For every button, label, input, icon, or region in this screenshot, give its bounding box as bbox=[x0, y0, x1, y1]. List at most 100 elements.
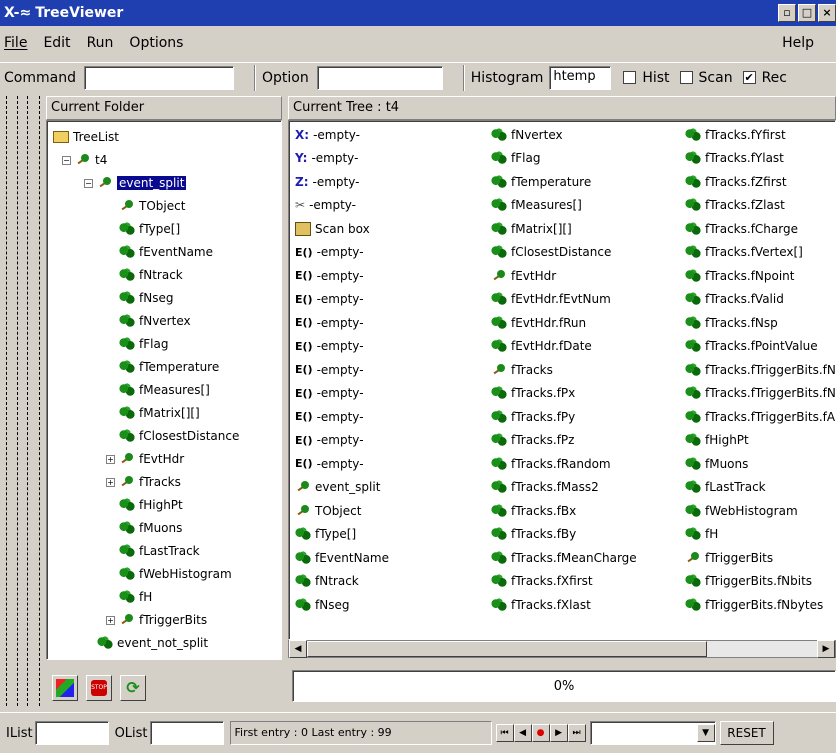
refresh-button[interactable]: ⟳ bbox=[120, 675, 146, 701]
branch-item[interactable]: E() -empty- bbox=[295, 452, 364, 475]
scan-checkbox[interactable] bbox=[679, 71, 693, 84]
tree-node[interactable]: fClosestDistance bbox=[119, 426, 239, 446]
maximize-button[interactable]: □ bbox=[798, 4, 816, 22]
branch-item[interactable]: fTracks.fRandom bbox=[491, 452, 611, 475]
branch-item[interactable]: fTriggerBits bbox=[685, 546, 773, 569]
scroll-right-icon[interactable]: ▶ bbox=[817, 640, 835, 658]
branch-item[interactable]: Scan box bbox=[295, 217, 370, 240]
hist-checkbox[interactable] bbox=[623, 71, 637, 84]
tree-node[interactable]: fNvertex bbox=[119, 311, 191, 331]
branch-item[interactable]: fNvertex bbox=[491, 123, 563, 146]
command-input[interactable] bbox=[83, 65, 234, 90]
branch-item[interactable]: fTracks.fNpoint bbox=[685, 264, 795, 287]
branch-item[interactable]: fFlag bbox=[491, 147, 540, 170]
branch-item[interactable]: fLastTrack bbox=[685, 476, 766, 499]
tree-node[interactable]: fNseg bbox=[119, 288, 173, 308]
expand-icon[interactable]: + bbox=[106, 454, 115, 464]
stop-button[interactable]: STOP bbox=[86, 675, 112, 701]
branch-item[interactable]: fTracks.fPy bbox=[491, 405, 575, 428]
tree-node[interactable]: fType[] bbox=[119, 219, 180, 239]
first-entry-icon[interactable]: ⏮ bbox=[495, 724, 514, 742]
branch-item[interactable]: fTracks.fNsp bbox=[685, 311, 778, 334]
branch-item[interactable]: fClosestDistance bbox=[491, 241, 611, 264]
menu-options[interactable]: Options bbox=[129, 35, 183, 51]
tree-node[interactable]: fMeasures[] bbox=[119, 380, 210, 400]
branch-item[interactable]: fTracks.fYfirst bbox=[685, 123, 786, 146]
branch-item[interactable]: fTracks.fYlast bbox=[685, 147, 784, 170]
expand-icon[interactable]: + bbox=[106, 477, 115, 487]
branch-item[interactable]: fTracks.fPz bbox=[491, 429, 574, 452]
branch-item[interactable]: E() -empty- bbox=[295, 288, 364, 311]
tree-node[interactable]: − event_split bbox=[84, 173, 187, 193]
branch-item[interactable]: fTracks.fTriggerBits.fN bbox=[685, 382, 835, 405]
chevron-down-icon[interactable]: ▼ bbox=[696, 724, 715, 742]
tree-node[interactable]: fHighPt bbox=[119, 495, 183, 515]
branch-item[interactable]: fTracks.fXfirst bbox=[491, 570, 593, 593]
tree-node[interactable]: + fTriggerBits bbox=[106, 610, 207, 630]
branch-item[interactable]: fTracks bbox=[491, 358, 553, 381]
branch-item[interactable]: fEventName bbox=[295, 546, 389, 569]
branch-item[interactable]: fTracks.fPointValue bbox=[685, 335, 818, 358]
menu-help[interactable]: Help bbox=[782, 35, 814, 51]
branch-item[interactable]: fTracks.fTriggerBits.fA bbox=[685, 405, 835, 428]
branch-item[interactable]: fMuons bbox=[685, 452, 748, 475]
branch-item[interactable]: E() -empty- bbox=[295, 335, 364, 358]
branch-item[interactable]: X: -empty- bbox=[295, 123, 360, 146]
branch-list[interactable]: X: -empty- Y: -empty- Z: -empty- ✂ -empty- Scan … bbox=[288, 120, 836, 640]
branch-item[interactable]: fMeasures[] bbox=[491, 194, 582, 217]
tree-node[interactable]: + fTracks bbox=[106, 472, 181, 492]
branch-item[interactable]: fH bbox=[685, 523, 718, 546]
tree-node[interactable]: fWebHistogram bbox=[119, 564, 232, 584]
branch-item[interactable]: fTracks.fZlast bbox=[685, 194, 785, 217]
branch-item[interactable]: fTracks.fTriggerBits.fN bbox=[685, 358, 835, 381]
record-icon[interactable]: ● bbox=[531, 724, 550, 742]
tree-node[interactable]: + fEvtHdr bbox=[106, 449, 184, 469]
branch-item[interactable]: E() -empty- bbox=[295, 311, 364, 334]
branch-item[interactable]: fTriggerBits.fNbits bbox=[685, 570, 812, 593]
branch-item[interactable]: fTracks.fPx bbox=[491, 382, 575, 405]
tree-node[interactable]: fLastTrack bbox=[119, 541, 200, 561]
branch-item[interactable]: fTracks.fValid bbox=[685, 288, 784, 311]
close-button[interactable]: × bbox=[818, 4, 836, 22]
tree-node[interactable]: fEventName bbox=[119, 242, 213, 262]
menu-edit[interactable]: Edit bbox=[43, 35, 70, 51]
collapse-icon[interactable]: − bbox=[84, 178, 93, 188]
horizontal-scrollbar[interactable]: ◀ ▶ bbox=[288, 640, 836, 658]
next-entry-icon[interactable]: ▶ bbox=[549, 724, 568, 742]
branch-item[interactable]: fEvtHdr bbox=[491, 264, 556, 287]
ilist-input[interactable] bbox=[34, 721, 109, 745]
branch-item[interactable]: E() -empty- bbox=[295, 358, 364, 381]
reset-button[interactable]: RESET bbox=[719, 721, 774, 745]
branch-item[interactable]: E() -empty- bbox=[295, 241, 364, 264]
tree-node[interactable]: fH bbox=[119, 587, 152, 607]
tree-node[interactable]: TreeList bbox=[53, 127, 119, 147]
histogram-input[interactable]: htemp bbox=[549, 65, 612, 90]
branch-item[interactable]: fTracks.fBx bbox=[491, 499, 576, 522]
branch-item[interactable]: fEvtHdr.fEvtNum bbox=[491, 288, 611, 311]
folder-tree[interactable]: TreeList − t4 − event_split TObject fType[] fEv… bbox=[46, 120, 282, 660]
branch-item[interactable]: fHighPt bbox=[685, 429, 749, 452]
tree-node[interactable]: − t4 bbox=[62, 150, 107, 170]
branch-item[interactable]: E() -empty- bbox=[295, 382, 364, 405]
entry-dropdown[interactable]: ▼ bbox=[589, 721, 716, 745]
last-entry-icon[interactable]: ⏭ bbox=[567, 724, 586, 742]
branch-item[interactable]: E() -empty- bbox=[295, 405, 364, 428]
branch-item[interactable]: fTracks.fCharge bbox=[685, 217, 798, 240]
branch-item[interactable]: fTracks.fZfirst bbox=[685, 170, 787, 193]
previous-entry-icon[interactable]: ◀ bbox=[513, 724, 532, 742]
tree-node[interactable]: fMatrix[][] bbox=[119, 403, 200, 423]
expand-icon[interactable]: + bbox=[106, 615, 115, 625]
menu-file[interactable]: File bbox=[4, 35, 27, 51]
branch-item[interactable]: E() -empty- bbox=[295, 429, 364, 452]
branch-item[interactable]: fTracks.fBy bbox=[491, 523, 576, 546]
branch-item[interactable]: fTracks.fMeanCharge bbox=[491, 546, 637, 569]
branch-item[interactable]: Z: -empty- bbox=[295, 170, 359, 193]
branch-item[interactable]: fMatrix[][] bbox=[491, 217, 572, 240]
branch-item[interactable]: fTracks.fVertex[] bbox=[685, 241, 803, 264]
branch-item[interactable]: TObject bbox=[295, 499, 361, 522]
option-input[interactable] bbox=[316, 65, 443, 90]
branch-item[interactable]: fTemperature bbox=[491, 170, 591, 193]
draw-button[interactable] bbox=[52, 675, 78, 701]
branch-item[interactable]: fEvtHdr.fRun bbox=[491, 311, 586, 334]
branch-item[interactable]: ✂ -empty- bbox=[295, 194, 356, 217]
